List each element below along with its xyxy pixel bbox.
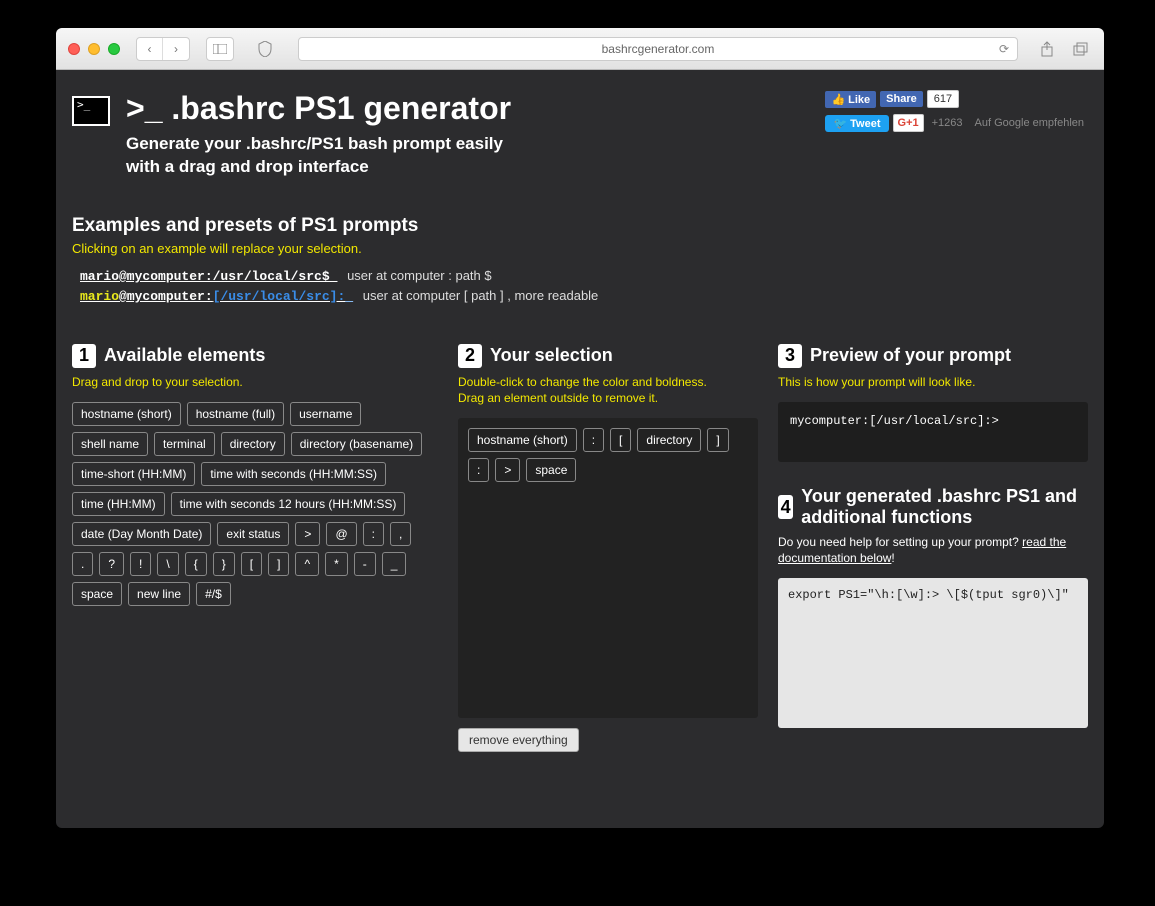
tweet-button[interactable]: 🐦Tweet	[825, 115, 888, 132]
facebook-count: 617	[927, 90, 959, 108]
address-bar[interactable]: bashrcgenerator.com ⟳	[298, 37, 1018, 61]
forward-button[interactable]: ›	[163, 38, 189, 60]
close-window-button[interactable]	[68, 43, 80, 55]
available-elements-column: 1Available elements Drag and drop to you…	[72, 344, 438, 752]
selected-chip[interactable]: directory	[637, 428, 701, 452]
element-chip[interactable]: ]	[268, 552, 289, 576]
element-chip[interactable]: ^	[295, 552, 319, 576]
element-chip[interactable]: [	[241, 552, 262, 576]
sidebar-toggle-group	[206, 37, 234, 61]
remove-everything-button[interactable]: remove everything	[458, 728, 579, 752]
page-title: >_ .bashrc PS1 generator	[126, 90, 511, 127]
selected-chip[interactable]: hostname (short)	[468, 428, 577, 452]
element-chip[interactable]: terminal	[154, 432, 215, 456]
toolbar-right	[1036, 38, 1092, 60]
selection-hint: Double-click to change the color and bol…	[458, 374, 758, 406]
examples-heading: Examples and presets of PS1 prompts	[72, 215, 1088, 237]
reload-icon[interactable]: ⟳	[999, 42, 1009, 56]
traffic-lights	[68, 43, 120, 55]
facebook-like-button[interactable]: 👍Like	[825, 91, 876, 108]
google-plus-button[interactable]: G+1	[893, 114, 924, 132]
privacy-shield-icon[interactable]	[250, 38, 280, 60]
url-text: bashrcgenerator.com	[602, 42, 715, 56]
sidebar-toggle-button[interactable]	[207, 38, 233, 60]
documentation-hint: Do you need help for setting up your pro…	[778, 534, 1088, 566]
selected-chip[interactable]: >	[495, 458, 520, 482]
social-buttons: 👍Like Share 617 🐦Tweet G+1 +1263 Auf Goo…	[825, 90, 1084, 138]
back-button[interactable]: ‹	[137, 38, 163, 60]
element-chip[interactable]: date (Day Month Date)	[72, 522, 211, 546]
example-preset-1[interactable]: mario@mycomputer:/usr/local/src$_ user a…	[72, 268, 1088, 284]
element-chip[interactable]: shell name	[72, 432, 148, 456]
element-chip[interactable]: }	[213, 552, 235, 576]
element-chip[interactable]: -	[354, 552, 376, 576]
examples-section: Examples and presets of PS1 prompts Clic…	[72, 215, 1088, 304]
element-chip[interactable]: space	[72, 582, 122, 606]
element-chip[interactable]: !	[130, 552, 151, 576]
element-chip[interactable]: exit status	[217, 522, 289, 546]
minimize-window-button[interactable]	[88, 43, 100, 55]
element-chip[interactable]: >	[295, 522, 320, 546]
browser-chrome: ‹ › bashrcgenerator.com ⟳	[56, 28, 1104, 70]
selected-chip[interactable]: [	[610, 428, 631, 452]
element-chip[interactable]: *	[325, 552, 348, 576]
element-chip[interactable]: @	[326, 522, 356, 546]
preview-box: mycomputer:[/usr/local/src]:>	[778, 402, 1088, 462]
available-chips: hostname (short)hostname (full)username s…	[72, 402, 438, 606]
element-chip[interactable]: hostname (full)	[187, 402, 284, 426]
examples-hint: Clicking on an example will replace your…	[72, 241, 1088, 256]
selected-chip[interactable]: space	[526, 458, 576, 482]
element-chip[interactable]: #/$	[196, 582, 231, 606]
columns: 1Available elements Drag and drop to you…	[72, 344, 1088, 752]
element-chip[interactable]: time-short (HH:MM)	[72, 462, 195, 486]
element-chip[interactable]: {	[185, 552, 207, 576]
element-chip[interactable]: directory	[221, 432, 285, 456]
facebook-share-button[interactable]: Share	[880, 91, 923, 107]
element-chip[interactable]: time with seconds 12 hours (HH:MM:SS)	[171, 492, 406, 516]
page-subtitle: Generate your .bashrc/PS1 bash prompt ea…	[126, 133, 511, 179]
element-chip[interactable]: new line	[128, 582, 190, 606]
share-button[interactable]	[1036, 38, 1058, 60]
selected-chip[interactable]: :	[468, 458, 489, 482]
element-chip[interactable]: username	[290, 402, 361, 426]
google-plus-count: +1263	[932, 117, 963, 129]
selected-chip[interactable]: :	[583, 428, 604, 452]
google-recommend-text: Auf Google empfehlen	[975, 117, 1084, 129]
generated-code-box[interactable]: export PS1="\h:[\w]:> \[$(tput sgr0)\]"	[778, 578, 1088, 728]
element-chip[interactable]: :	[363, 522, 384, 546]
selected-chip[interactable]: ]	[707, 428, 728, 452]
example-preset-2[interactable]: mario@mycomputer:[/usr/local/src]:_ user…	[72, 288, 1088, 304]
element-chip[interactable]: time (HH:MM)	[72, 492, 165, 516]
browser-window: ‹ › bashrcgenerator.com ⟳ +	[56, 28, 1104, 828]
nav-back-forward: ‹ ›	[136, 37, 190, 61]
element-chip[interactable]: ,	[390, 522, 411, 546]
preview-output-column: 3Preview of your prompt This is how your…	[778, 344, 1088, 752]
page-content: >_ .bashrc PS1 generator Generate your .…	[56, 70, 1104, 772]
element-chip[interactable]: ?	[99, 552, 124, 576]
element-chip[interactable]: time with seconds (HH:MM:SS)	[201, 462, 386, 486]
element-chip[interactable]: _	[382, 552, 407, 576]
element-chip[interactable]: hostname (short)	[72, 402, 181, 426]
element-chip[interactable]: \	[157, 552, 178, 576]
terminal-logo-icon	[72, 96, 110, 126]
selection-column: 2Your selection Double-click to change t…	[458, 344, 758, 752]
selection-dropzone[interactable]: hostname (short):[directory]:>space	[458, 418, 758, 718]
element-chip[interactable]: .	[72, 552, 93, 576]
maximize-window-button[interactable]	[108, 43, 120, 55]
element-chip[interactable]: directory (basename)	[291, 432, 422, 456]
tabs-button[interactable]	[1070, 38, 1092, 60]
